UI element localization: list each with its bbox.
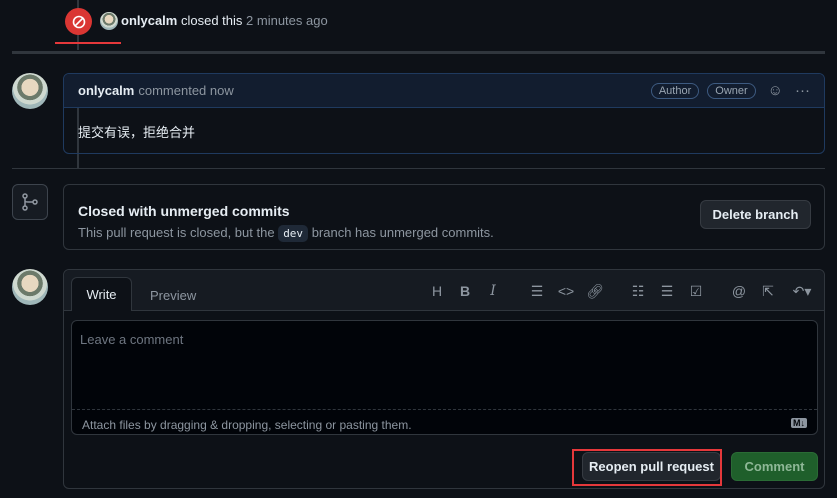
author-badge: Author [650,82,700,99]
italic-icon[interactable]: I [483,283,503,299]
branch-icon [12,184,48,220]
avatar[interactable] [100,12,118,30]
quote-icon[interactable]: ☰ [527,283,547,300]
avatar[interactable] [12,269,48,305]
notice-text: This pull request is closed, but the [78,225,275,240]
bold-icon[interactable]: B [455,283,475,299]
divider [12,51,825,54]
event-user[interactable]: onlycalm [121,13,177,28]
notice-text-2: branch has unmerged commits. [311,225,494,240]
numbered-list-icon[interactable]: ☰ [657,283,677,300]
markdown-icon: M↓ [791,418,807,428]
reference-icon[interactable]: ⇱ [758,283,778,300]
highlight-box [572,449,722,486]
comment-button[interactable]: Comment [731,452,818,481]
owner-badge: Owner [707,82,756,99]
close-event: onlycalm closed this 2 minutes ago [121,13,328,28]
highlight-underline [55,42,121,44]
tab-preview[interactable]: Preview [150,288,196,303]
comment-time[interactable]: commented now [138,83,233,98]
branch-name[interactable]: dev [278,225,309,242]
task-list-icon[interactable]: ☑ [686,283,706,300]
attach-files[interactable]: Attach files by dragging & dropping, sel… [82,418,412,432]
heading-icon[interactable]: H [427,283,447,299]
comment-body: 提交有误，拒绝合并 [78,125,196,140]
tab-write[interactable]: Write [71,277,132,311]
code-icon[interactable]: <> [556,283,576,299]
divider [12,168,825,169]
event-time[interactable]: 2 minutes ago [246,13,328,28]
more-icon[interactable]: ··· [795,82,810,99]
comment-placeholder: Leave a comment [80,332,184,347]
event-action: closed this [180,13,243,28]
avatar[interactable] [12,73,48,109]
bulleted-list-icon[interactable]: ☷ [628,283,648,300]
reply-icon[interactable]: ↶▾ [788,283,816,300]
mention-icon[interactable]: @ [729,283,749,299]
delete-branch-button[interactable]: Delete branch [700,200,811,229]
comment-box: onlycalm commented now Author Owner ☺ ··… [63,73,825,154]
link-icon[interactable]: 🔗︎ [585,283,605,300]
comment-textarea[interactable]: Leave a comment Attach files by dragging… [71,320,818,435]
smiley-icon[interactable]: ☺ [768,82,783,99]
comment-user[interactable]: onlycalm [78,83,134,98]
closed-icon [65,8,92,35]
